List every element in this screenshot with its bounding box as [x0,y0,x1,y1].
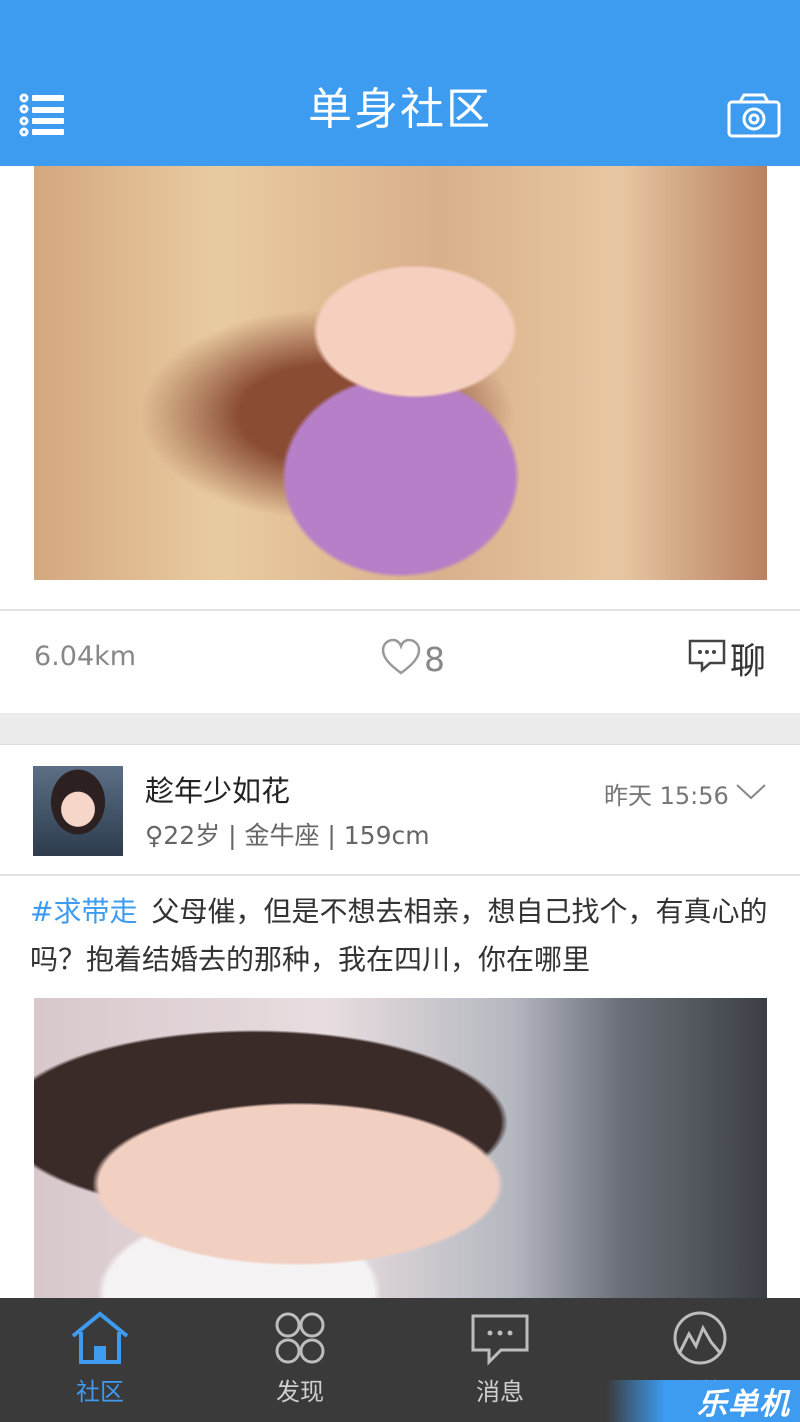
profile-icon [665,1310,735,1366]
like-count: 8 [424,639,445,679]
post-actions: 6.04km 8 聊 [0,611,800,713]
tab-label: 发现 [276,1378,324,1406]
distance-label: 6.04km [34,641,137,672]
page-title: 单身社区 [308,84,492,135]
app-header: 单身社区 [0,0,800,166]
avatar[interactable] [33,766,123,856]
watermark-logo: 乐单机 [606,1380,800,1422]
post-author-header: 趁年少如花 ♀22岁 | 金牛座 | 159cm 昨天 15:56 [0,746,800,874]
home-icon [65,1310,135,1366]
watermark-text: 乐单机 [697,1387,790,1422]
tab-messages[interactable]: 消息 [400,1298,600,1422]
discover-icon [265,1310,335,1366]
community-feed[interactable]: 6.04km 8 聊 趁年少如花 ♀22岁 | 金牛座 | 159cm 昨天 1… [0,166,800,1298]
like-button[interactable]: 8 [380,635,445,683]
chat-button[interactable]: 聊 [686,633,766,683]
user-info: ♀22岁 | 金牛座 | 159cm [145,821,430,850]
tab-community[interactable]: 社区 [0,1298,200,1422]
tab-label: 消息 [476,1378,524,1406]
divider [0,874,800,876]
post-photo[interactable] [34,166,767,580]
post-body: 父母催，但是不想去相亲，想自己找个，有真心的吗？抱着结婚去的那种，我在四川，你在… [30,895,768,976]
post-text: #求带走 父母催，但是不想去相亲，想自己找个，有真心的吗？抱着结婚去的那种，我在四… [30,888,770,984]
tab-label: 社区 [76,1378,124,1406]
post-time: 昨天 15:56 [604,782,729,810]
tab-discover[interactable]: 发现 [200,1298,400,1422]
post-separator [0,713,800,745]
post-time-menu[interactable]: 昨天 15:56 [604,776,767,811]
message-icon [465,1310,535,1366]
username[interactable]: 趁年少如花 [145,768,290,810]
chat-bubble-icon [686,637,728,679]
hashtag-link[interactable]: #求带走 [30,895,137,928]
chat-label: 聊 [730,641,767,682]
chevron-down-icon[interactable] [735,780,767,808]
post-photo[interactable] [34,998,767,1298]
camera-icon[interactable] [726,92,782,140]
heart-icon [380,637,422,681]
